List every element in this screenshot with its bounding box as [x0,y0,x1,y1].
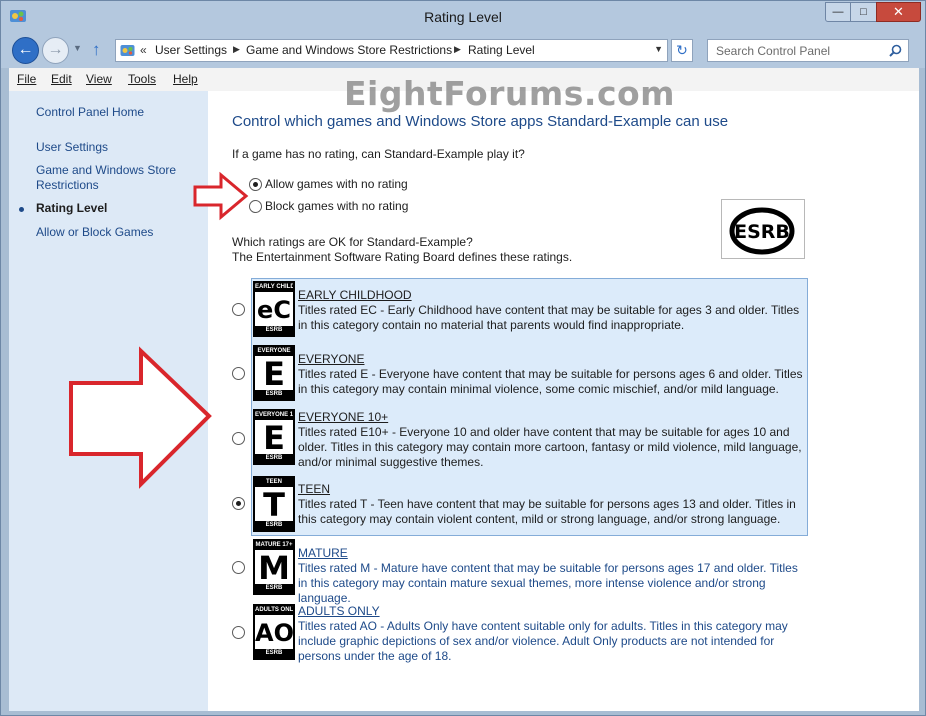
minimize-button[interactable]: — [825,2,851,22]
block-no-rating-radio[interactable] [249,200,262,213]
navigation-bar: ← → ▼ ↑ « User Settings ▶ Game and Windo… [1,32,925,68]
search-box[interactable]: Search Control Panel [707,39,909,62]
e10-rating-icon: EVERYONE 10+ E ESRB [253,409,295,465]
address-overflow[interactable]: « [140,43,147,57]
maximize-button[interactable]: □ [850,2,877,22]
rating-radio-e[interactable] [232,367,245,380]
up-arrow-icon[interactable]: ↑ [92,40,110,60]
sidebar-item-allow-block-games[interactable]: Allow or Block Games [36,225,153,240]
rating-radio-teen[interactable] [232,497,245,510]
watermark: EightForums.com [344,74,676,113]
page-title: Control which games and Windows Store ap… [232,113,729,130]
rating-title-teen[interactable]: TEEN [298,482,330,496]
rating-desc-ec: Titles rated EC - Early Childhood have c… [298,303,800,332]
mature-rating-icon: MATURE 17+ M ESRB [253,539,295,595]
rating-desc-e10: Titles rated E10+ - Everyone 10 and olde… [298,425,802,469]
rating-title-mature[interactable]: MATURE [298,546,348,560]
window: Rating Level — □ ✕ ← → ▼ ↑ « User Settin… [0,0,926,716]
rating-desc-mature: Titles rated M - Mature have content tha… [298,561,798,605]
forward-button[interactable]: → [42,37,69,64]
rating-title-ec[interactable]: EARLY CHILDHOOD [298,288,412,302]
menu-view[interactable]: View [86,72,112,86]
menu-edit[interactable]: Edit [51,72,72,86]
breadcrumb-game-restrictions[interactable]: Game and Windows Store Restrictions [246,43,452,57]
ratings-board-note: The Entertainment Software Rating Board … [232,250,573,264]
rating-desc-teen: Titles rated T - Teen have content that … [298,497,796,526]
rating-desc-adults-only: Titles rated AO - Adults Only have conte… [298,619,788,663]
adults-only-rating-icon: ADULTS ONLY 18+ AO ESRB [253,604,295,660]
breadcrumb-user-settings[interactable]: User Settings [155,43,227,57]
rating-title-e[interactable]: EVERYONE [298,352,364,366]
e-rating-icon: EVERYONE E ESRB [253,345,295,401]
rating-title-e10[interactable]: EVERYONE 10+ [298,410,388,424]
breadcrumb-separator-icon[interactable]: ▶ [454,44,461,55]
esrb-logo: ESRB [721,199,805,259]
ratings-info: Which ratings are OK for Standard-Exampl… [232,235,572,265]
menu-tools[interactable]: Tools [128,72,156,86]
allow-no-rating-label[interactable]: Allow games with no rating [265,177,408,191]
sidebar-item-control-panel-home[interactable]: Control Panel Home [36,105,144,120]
refresh-button[interactable]: ↻ [671,39,693,62]
current-page-bullet-icon [19,207,24,212]
menu-file[interactable]: File [17,72,36,86]
rating-radio-ec[interactable] [232,303,245,316]
title-bar: Rating Level — □ ✕ [1,1,925,32]
control-panel-icon [120,45,135,56]
breadcrumb-rating-level[interactable]: Rating Level [468,43,535,57]
sidebar-item-rating-level: Rating Level [36,201,108,215]
window-title: Rating Level [424,9,502,25]
allow-no-rating-radio[interactable] [249,178,262,191]
teen-rating-icon: TEEN T ESRB [253,476,295,532]
menu-help[interactable]: Help [173,72,198,86]
sidebar-item-user-settings[interactable]: User Settings [36,140,108,155]
recent-pages-dropdown[interactable]: ▼ [73,43,82,53]
main-pane: EightForums.com Control which games and … [208,74,919,711]
address-dropdown-icon[interactable]: ▼ [654,44,663,54]
esrb-logo-icon: ESRB [729,207,795,255]
address-bar[interactable]: « User Settings ▶ Game and Windows Store… [115,39,668,62]
back-button[interactable]: ← [12,37,39,64]
search-icon[interactable] [889,44,902,57]
esrb-logo-text: ESRB [734,221,790,243]
rating-radio-adults-only[interactable] [232,626,245,639]
close-button[interactable]: ✕ [876,2,921,22]
breadcrumb-separator-icon[interactable]: ▶ [233,44,240,55]
sidebar-item-game-restrictions[interactable]: Game and Windows Store Restrictions [36,163,186,193]
rating-radio-e10[interactable] [232,432,245,445]
rating-radio-mature[interactable] [232,561,245,574]
no-rating-question: If a game has no rating, can Standard-Ex… [232,147,525,161]
ratings-question: Which ratings are OK for Standard-Exampl… [232,235,473,249]
left-pane: Control Panel Home User Settings Game an… [9,91,208,711]
search-placeholder[interactable]: Search Control Panel [716,44,830,58]
rating-title-adults-only[interactable]: ADULTS ONLY [298,604,380,618]
rating-desc-e: Titles rated E - Everyone have content t… [298,367,803,396]
block-no-rating-label[interactable]: Block games with no rating [265,199,408,213]
ec-rating-icon: EARLY CHILDHOOD eC ESRB [253,281,295,337]
